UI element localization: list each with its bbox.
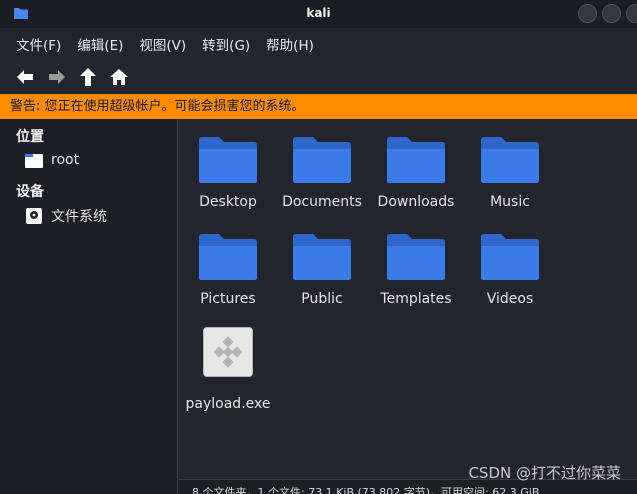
sidebar-item-root[interactable]: root	[24, 149, 79, 171]
root-warning-bar: 警告: 您正在使用超级帐户。可能会损害您的系统。	[0, 94, 637, 119]
file-item-desktop[interactable]: Desktop	[181, 136, 275, 210]
file-item-public[interactable]: Public	[275, 233, 369, 307]
folder-icon	[481, 234, 539, 280]
file-label: Public	[301, 291, 343, 307]
diamond-grid-icon	[213, 336, 243, 368]
forward-arrow-icon[interactable]	[46, 66, 68, 88]
maximize-button[interactable]	[602, 4, 621, 23]
home-icon[interactable]	[108, 66, 130, 88]
executable-icon	[203, 327, 253, 377]
sidebar-item-filesystem[interactable]: 文件系统	[24, 205, 107, 227]
sidebar-item-label: 文件系统	[51, 209, 107, 225]
title-bar: kali	[0, 0, 637, 28]
folder-icon	[293, 234, 351, 280]
file-label: payload.exe	[185, 396, 271, 412]
file-view: Desktop Documents Downloads Music Pictur…	[178, 119, 637, 479]
file-item-pictures[interactable]: Pictures	[181, 233, 275, 307]
folder-icon	[387, 137, 445, 183]
folder-icon	[199, 234, 257, 280]
menu-file[interactable]: 文件(F)	[8, 34, 69, 54]
sidebar-heading-devices: 设备	[16, 184, 44, 200]
file-item-music[interactable]: Music	[463, 136, 557, 210]
minimize-button[interactable]	[578, 4, 597, 23]
window-title: kali	[306, 6, 331, 20]
drive-icon	[26, 208, 42, 224]
toolbar: ◀ home kali ▶	[0, 60, 637, 150]
folder-icon	[481, 137, 539, 183]
folder-icon	[387, 234, 445, 280]
file-item-templates[interactable]: Templates	[369, 233, 463, 307]
folder-icon	[199, 137, 257, 183]
file-label: Music	[490, 194, 530, 210]
file-item-videos[interactable]: Videos	[463, 233, 557, 307]
menu-edit[interactable]: 编辑(E)	[69, 34, 131, 54]
up-arrow-icon[interactable]	[77, 66, 99, 88]
file-label: Desktop	[199, 194, 257, 210]
file-label: Templates	[380, 291, 452, 307]
menu-help[interactable]: 帮助(H)	[258, 34, 322, 54]
menu-view[interactable]: 视图(V)	[131, 34, 194, 54]
file-label: Downloads	[377, 194, 455, 210]
file-label: Videos	[486, 291, 534, 307]
sidebar: 位置 root 设备 文件系统	[0, 119, 178, 494]
folder-icon	[293, 137, 351, 183]
menu-bar: 文件(F) 编辑(E) 视图(V) 转到(G) 帮助(H)	[0, 28, 637, 60]
watermark-text: CSDN @打不过你菜菜	[468, 464, 621, 482]
file-label: Documents	[282, 194, 362, 210]
back-arrow-icon[interactable]	[14, 66, 36, 88]
menu-go[interactable]: 转到(G)	[194, 34, 258, 54]
file-item-downloads[interactable]: Downloads	[369, 136, 463, 210]
close-button[interactable]	[626, 4, 637, 23]
sidebar-item-label: root	[51, 152, 80, 168]
file-item-payload-exe[interactable]: payload.exe	[181, 327, 275, 412]
home-folder-icon	[25, 154, 43, 168]
sidebar-heading-places: 位置	[16, 129, 44, 145]
file-label: Pictures	[200, 291, 256, 307]
file-item-documents[interactable]: Documents	[275, 136, 369, 210]
